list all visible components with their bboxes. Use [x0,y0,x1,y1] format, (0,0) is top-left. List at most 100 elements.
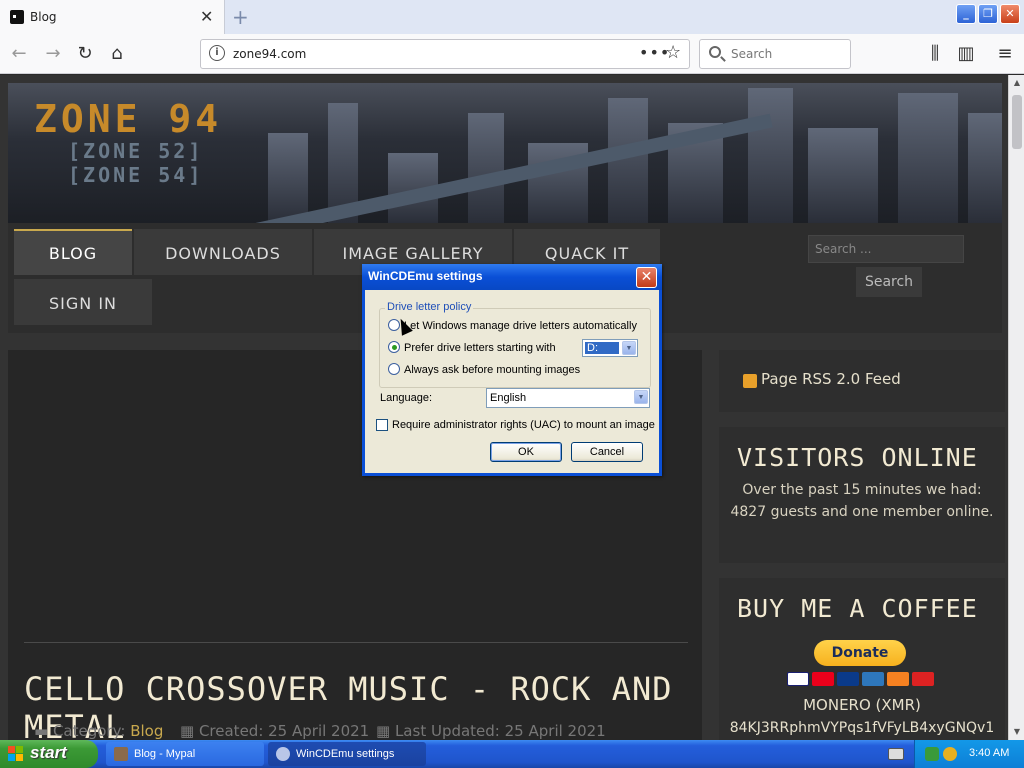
url-bar[interactable]: i zone94.com ••• ☆ [200,39,690,69]
library-icon[interactable]: ⫼ [924,43,946,65]
radio-prefer[interactable] [388,341,400,353]
windows-logo-icon [8,746,24,762]
radio-ask[interactable] [388,363,400,375]
drive-letter-value: D: [585,342,619,354]
browser-navbar: ← → ↻ ⌂ i zone94.com ••• ☆ Search ⫼ ▥ ≡ [0,34,1024,74]
group-label: Drive letter policy [385,301,474,313]
payment-cards [787,672,934,686]
radio-prefer-label[interactable]: Prefer drive letters starting with [404,342,556,354]
tab-title: Blog [30,10,57,24]
monero-address: 84KJ3RRphmVYPqs1fVFyLB4xyGNQv1 [729,720,995,736]
rss-link[interactable]: Page RSS 2.0 Feed [761,370,901,388]
menu-item-sign-in[interactable]: SIGN IN [14,279,152,325]
task-label: WinCDEmu settings [296,748,395,760]
dialog-close-icon[interactable]: ✕ [636,267,657,288]
maestro-icon [837,672,859,686]
visa-icon [787,672,809,686]
category-label: Category: [52,722,126,740]
window-controls: _ ❐ ✕ [956,4,1020,24]
clock[interactable]: 3:40 AM [969,747,1009,759]
amex-icon [862,672,884,686]
discover-icon [887,672,909,686]
visitors-title: VISITORS ONLINE [737,443,978,472]
radio-auto-label[interactable]: Let Windows manage drive letters automat… [404,320,637,332]
search-tray-icon[interactable] [943,747,957,761]
network-icon[interactable] [925,747,939,761]
calendar-icon: ▦ [376,722,395,740]
folder-icon: ▬ [34,722,53,740]
browser-tab[interactable]: Blog ✕ [0,0,225,34]
search-icon [709,46,721,58]
divider [24,642,688,643]
task-wincdemu[interactable]: WinCDEmu settings [268,742,426,766]
chevron-down-icon[interactable]: ▼ [634,390,648,404]
logo-sub-2: [ZONE 54] [68,163,204,187]
coffee-title: BUY ME A COFFEE [737,594,978,623]
start-button[interactable]: start [0,740,98,768]
dialog-titlebar[interactable]: WinCDEmu settings ✕ [362,264,662,290]
home-icon[interactable]: ⌂ [106,43,128,65]
site-search-button[interactable]: Search [856,267,922,297]
radio-ask-label[interactable]: Always ask before mounting images [404,364,580,376]
menu-item-blog[interactable]: BLOG [14,229,132,275]
back-arrow-icon[interactable]: ← [8,43,30,65]
uac-label[interactable]: Require administrator rights (UAC) to mo… [392,419,655,431]
visitors-text: Over the past 15 minutes we had: 4827 gu… [730,482,994,520]
taskbar: start Blog - Mypal WinCDEmu settings 3:4… [0,740,1024,768]
drive-letter-policy-group: Drive letter policy Let Windows manage d… [379,301,651,388]
dialog-title: WinCDEmu settings [368,269,483,283]
site-search-input[interactable]: Search ... [808,235,964,263]
monero-title: MONERO (XMR) [803,696,921,714]
page-scrollbar[interactable]: ▲ ▼ [1008,75,1024,740]
bank-card-icon [912,672,934,686]
browser-search-input[interactable]: Search [699,39,851,69]
visitors-box: VISITORS ONLINE Over the past 15 minutes… [719,427,1005,563]
search-placeholder: Search [731,47,773,61]
wincdemu-settings-dialog: WinCDEmu settings ✕ Drive letter policy … [362,264,662,476]
donate-button[interactable]: Donate [814,640,906,666]
menu-item-downloads[interactable]: DOWNLOADS [134,229,312,275]
info-icon[interactable]: i [209,45,225,61]
task-blog-mypal[interactable]: Blog - Mypal [106,742,264,766]
scroll-thumb[interactable] [1012,95,1022,149]
language-value: English [490,392,527,404]
window-close-icon[interactable]: ✕ [1000,4,1020,24]
uac-checkbox[interactable] [376,419,388,431]
ok-button[interactable]: OK [490,442,562,462]
sidebar-icon[interactable]: ▥ [955,43,977,65]
new-tab-icon[interactable]: + [232,5,249,29]
language-select[interactable]: English ▼ [486,388,650,408]
browser-tabbar: Blog ✕ + _ ❐ ✕ [0,0,1024,34]
rss-box: Page RSS 2.0 Feed [719,350,1005,412]
mastercard-icon [812,672,834,686]
mypal-icon [114,747,128,761]
hamburger-menu-icon[interactable]: ≡ [994,43,1016,65]
forward-arrow-icon[interactable]: → [42,43,64,65]
close-tab-icon[interactable]: ✕ [200,7,213,26]
bookmark-star-icon[interactable]: ☆ [665,42,681,63]
url-text[interactable]: zone94.com [233,47,306,61]
cancel-button[interactable]: Cancel [571,442,643,462]
article-created: ▦ Created: 25 April 2021 [180,722,369,740]
restore-icon[interactable]: ❐ [978,4,998,24]
calendar-icon: ▦ [180,722,199,740]
scroll-up-icon[interactable]: ▲ [1009,75,1024,91]
start-label: start [30,743,67,762]
system-tray: 3:40 AM [914,740,1024,768]
scroll-down-icon[interactable]: ▼ [1009,724,1024,740]
site-logo[interactable]: ZONE 94 [34,97,222,141]
site-banner: ZONE 94 [ZONE 52] [ZONE 54] [8,83,1002,223]
task-label: Blog - Mypal [134,748,196,760]
drive-letter-select[interactable]: D: ▼ [582,339,638,357]
reload-icon[interactable]: ↻ [74,43,96,65]
article-category: ▬ Category: Blog [34,722,163,740]
rss-icon [743,374,757,388]
chevron-down-icon[interactable]: ▼ [622,341,636,355]
category-link[interactable]: Blog [130,722,163,740]
updated-date: Last Updated: 25 April 2021 [394,722,606,740]
site-favicon-icon [10,10,24,24]
minimize-icon[interactable]: _ [956,4,976,24]
cd-icon [276,747,290,761]
keyboard-icon[interactable] [888,748,904,760]
article-updated: ▦ Last Updated: 25 April 2021 [376,722,606,740]
